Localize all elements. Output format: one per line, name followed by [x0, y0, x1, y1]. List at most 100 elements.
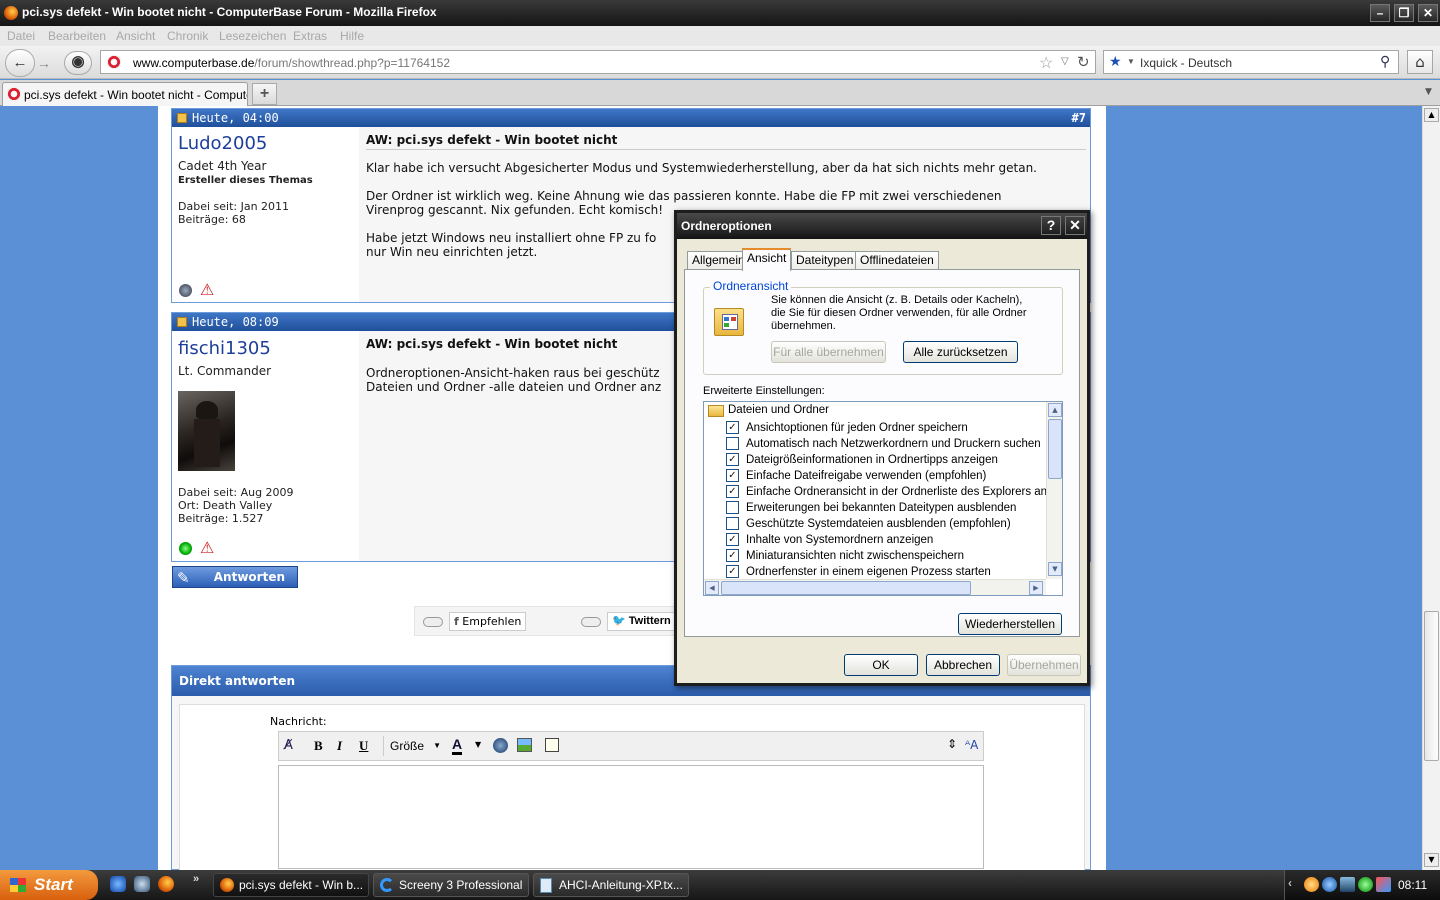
dialog-title-bar[interactable]: Ordneroptionen ? ✕ — [677, 213, 1087, 239]
switch-editor-mode-icon[interactable]: ᴬA — [965, 738, 978, 752]
firefox-quicklaunch-icon[interactable] — [158, 876, 174, 892]
ie-quicklaunch-icon[interactable] — [110, 876, 126, 892]
tray-app-icon[interactable] — [1304, 877, 1319, 892]
cancel-button[interactable]: Abbrechen — [926, 654, 1000, 676]
quicklaunch-expand-icon[interactable]: » — [193, 873, 199, 885]
resize-editor-icon[interactable]: ⇕ — [947, 737, 957, 751]
page-scrollbar[interactable]: ▲ ▼ — [1422, 106, 1440, 870]
search-icon[interactable]: ⚲ — [1380, 53, 1390, 70]
facebook-toggle[interactable] — [423, 617, 443, 627]
underline-icon[interactable]: U — [359, 738, 368, 754]
option-row[interactable]: Erweiterungen bei bekannten Dateitypen a… — [726, 500, 1016, 516]
tab-ansicht[interactable]: Ansicht — [742, 248, 792, 271]
url-history-dropdown-icon[interactable]: ▽ — [1061, 56, 1069, 67]
maximize-button[interactable]: ❐ — [1394, 4, 1414, 22]
option-checkbox[interactable]: ✓ — [726, 485, 739, 499]
list-hscroll-thumb[interactable] — [721, 581, 971, 595]
menu-hilfe[interactable]: Hilfe — [340, 29, 364, 43]
start-button[interactable]: Start — [0, 870, 98, 900]
apply-button[interactable]: Übernehmen — [1007, 654, 1081, 676]
menu-ansicht[interactable]: Ansicht — [116, 29, 155, 43]
option-checkbox[interactable] — [726, 517, 739, 531]
option-row[interactable]: ✓ Dateigrößeinformationen in Ordnertipps … — [726, 452, 998, 468]
minimize-button[interactable]: – — [1370, 4, 1390, 22]
option-checkbox[interactable]: ✓ — [726, 565, 739, 579]
scroll-thumb[interactable] — [1424, 611, 1439, 761]
font-size-select[interactable]: Größe ▼ — [383, 736, 443, 756]
menu-chronik[interactable]: Chronik — [167, 29, 208, 43]
tray-connection-icon[interactable] — [1376, 877, 1391, 892]
url-bar[interactable]: www.computerbase.de/forum/showthread.php… — [100, 50, 1096, 74]
insert-link-icon[interactable] — [493, 738, 508, 753]
bold-icon[interactable]: B — [314, 738, 323, 754]
recommend-button[interactable]: f Empfehlen — [449, 612, 527, 631]
menu-datei[interactable]: Datei — [7, 29, 35, 43]
tray-security-icon[interactable] — [1358, 877, 1373, 892]
search-engine-dropdown-icon[interactable]: ▼ — [1127, 57, 1135, 66]
new-tab-button[interactable]: + — [252, 83, 277, 105]
restore-defaults-button[interactable]: Wiederherstellen — [958, 613, 1062, 635]
option-checkbox[interactable]: ✓ — [726, 469, 739, 483]
help-button[interactable]: ? — [1041, 216, 1061, 235]
message-textarea[interactable] — [278, 765, 984, 869]
list-scroll-down-icon[interactable]: ▼ — [1048, 562, 1062, 576]
taskbar-item-screeny[interactable]: Screeny 3 Professional — [373, 873, 529, 897]
list-scroll-up-icon[interactable]: ▲ — [1048, 403, 1062, 417]
option-checkbox[interactable]: ✓ — [726, 453, 739, 467]
tab-dateitypen[interactable]: Dateitypen — [791, 251, 859, 270]
remove-format-icon[interactable]: A̸ — [284, 738, 293, 753]
option-checkbox[interactable] — [726, 501, 739, 515]
tree-node-files-folders[interactable]: Dateien und Ordner — [728, 404, 829, 416]
scroll-up-icon[interactable]: ▲ — [1424, 108, 1439, 122]
option-row[interactable]: ✓ Einfache Ordneransicht in der Ordnerlis… — [726, 484, 1062, 500]
italic-icon[interactable]: I — [337, 738, 342, 754]
option-checkbox[interactable]: ✓ — [726, 549, 739, 563]
list-horizontal-scrollbar[interactable]: ◀ ▶ — [704, 579, 1046, 595]
option-row[interactable]: Geschützte Systemdateien ausblenden (emp… — [726, 516, 1011, 532]
user-avatar[interactable] — [178, 391, 235, 471]
menu-extras[interactable]: Extras — [293, 29, 327, 43]
report-post-icon[interactable]: ⚠ — [200, 280, 214, 299]
bookmark-star-icon[interactable]: ☆ — [1039, 53, 1053, 73]
report-post-icon[interactable]: ⚠ — [200, 538, 214, 557]
dialog-close-button[interactable]: ✕ — [1065, 216, 1085, 235]
post-number[interactable]: #7 — [1072, 109, 1086, 127]
menu-bearbeiten[interactable]: Bearbeiten — [48, 29, 106, 43]
close-button[interactable]: ✕ — [1418, 4, 1438, 22]
tweet-button[interactable]: 🐦 Twittern — [607, 612, 676, 631]
insert-image-icon[interactable] — [517, 738, 532, 752]
screenshot-addon-icon[interactable]: ◉ — [64, 51, 92, 75]
text-color-icon[interactable]: A — [452, 736, 463, 755]
option-checkbox[interactable]: ✓ — [726, 421, 739, 435]
scroll-down-icon[interactable]: ▼ — [1424, 853, 1439, 867]
search-engine-icon[interactable]: ★ — [1109, 53, 1122, 70]
reply-button[interactable]: ✎ Antworten — [172, 566, 298, 588]
tray-network-icon[interactable] — [1322, 877, 1337, 892]
tab-list-icon[interactable]: ▼ — [1425, 87, 1432, 97]
option-row[interactable]: ✓ Einfache Dateifreigabe verwenden (empfo… — [726, 468, 986, 484]
insert-quote-icon[interactable] — [545, 738, 559, 752]
search-bar[interactable]: ★ ▼ Ixquick - Deutsch ⚲ — [1103, 50, 1399, 74]
tray-expand-icon[interactable]: ‹ — [1288, 876, 1292, 890]
site-identity-icon[interactable] — [107, 55, 121, 69]
list-scroll-left-icon[interactable]: ◀ — [705, 581, 719, 595]
post-username[interactable]: fischi1305 — [178, 338, 271, 359]
advanced-settings-list[interactable]: Dateien und Ordner ✓ Ansichtoptionen für … — [703, 401, 1063, 596]
menu-lesezeichen[interactable]: Lesezeichen — [219, 29, 286, 43]
home-button[interactable]: ⌂ — [1407, 50, 1433, 74]
apply-to-all-folders-button[interactable]: Für alle übernehmen — [771, 341, 886, 363]
tray-monitor-icon[interactable] — [1340, 877, 1355, 892]
list-scroll-right-icon[interactable]: ▶ — [1029, 581, 1043, 595]
desktop-quicklaunch-icon[interactable] — [134, 876, 150, 892]
option-row[interactable]: Automatisch nach Netzwerkordnern und Dru… — [726, 436, 1041, 452]
twitter-toggle[interactable] — [581, 617, 601, 627]
ok-button[interactable]: OK — [844, 654, 918, 676]
tab-offlinedateien[interactable]: Offlinedateien — [855, 251, 939, 270]
window-title-bar[interactable]: pci.sys defekt - Win bootet nicht - Comp… — [0, 0, 1440, 26]
option-checkbox[interactable] — [726, 437, 739, 451]
back-button[interactable]: ← — [5, 49, 35, 77]
option-row[interactable]: ✓ Ordnerfenster in einem eigenen Prozess … — [726, 564, 991, 580]
reset-all-folders-button[interactable]: Alle zurücksetzen — [903, 341, 1018, 363]
taskbar-item-notepad[interactable]: AHCI-Anleitung-XP.tx... — [533, 873, 689, 897]
option-checkbox[interactable]: ✓ — [726, 533, 739, 547]
